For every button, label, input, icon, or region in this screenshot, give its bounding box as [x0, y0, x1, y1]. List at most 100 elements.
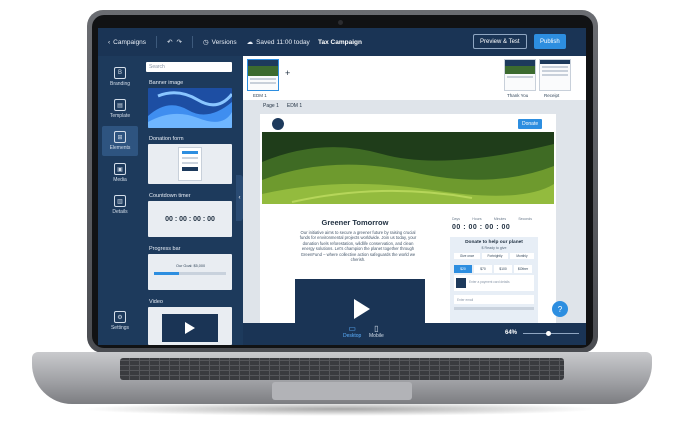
email-thumb-receipt[interactable] [539, 59, 571, 91]
component-label: Video [149, 299, 163, 305]
amount-option[interactable]: $20 [454, 265, 472, 273]
video-preview [162, 314, 218, 342]
frequency-option[interactable]: Fortnightly [482, 253, 508, 259]
form-line [454, 307, 534, 310]
collapse-panel-button[interactable]: ‹ [236, 175, 243, 221]
preview-test-button[interactable]: Preview & Test [473, 34, 527, 49]
timer-label-seconds: Seconds [518, 217, 532, 221]
tab-edm-1[interactable]: EDM 1 [287, 103, 302, 109]
top-bar: ‹ Campaigns ↶ ↷ ◷ Versions ☁ Saved 11:00… [98, 28, 586, 56]
rail-item-details[interactable]: ▥ Details [102, 190, 138, 220]
card-icon [456, 278, 466, 288]
progress-fill [154, 272, 180, 275]
progress-caption: Our Goal: $5,000 [176, 264, 206, 268]
play-icon [354, 299, 370, 319]
timer-labels: Days Hours Minutes Seconds [452, 217, 532, 221]
redo-icon: ↷ [176, 39, 182, 46]
branding-icon: B [114, 67, 126, 79]
media-icon: ▣ [114, 163, 126, 175]
form-preview-bar [182, 151, 198, 154]
email-thumb-label: EDM 1 [253, 93, 267, 98]
component-label: Banner image [149, 80, 184, 86]
undo-button[interactable]: ↶ [167, 38, 172, 46]
thumb-line [542, 66, 568, 68]
campaign-title: Tax Campaign [318, 38, 362, 46]
email-thumb-label: Receipt [544, 93, 560, 98]
wave-graphic [148, 91, 232, 128]
thumb-hero [248, 66, 278, 76]
amount-options: $20 $70 $100 $Other [454, 265, 532, 273]
progress-track [154, 272, 226, 275]
thumb-line [250, 78, 276, 80]
saved-status: ☁ Saved 11:00 today [246, 38, 310, 47]
rail-label: Settings [110, 325, 130, 331]
desktop-label: Desktop [343, 333, 362, 339]
amount-option[interactable]: $70 [474, 265, 492, 273]
redo-button[interactable]: ↷ [177, 38, 182, 46]
timer-label-minutes: Minutes [493, 217, 507, 221]
frequency-option[interactable]: Monthly [510, 253, 534, 259]
component-label: Progress bar [149, 246, 181, 252]
help-button[interactable]: ? [552, 301, 568, 317]
rail-item-branding[interactable]: B Branding [102, 62, 138, 92]
play-icon [185, 322, 195, 334]
search-input[interactable]: Search [146, 62, 232, 72]
page-tabs: Page 1 EDM 1 [263, 103, 302, 109]
back-to-campaigns-link[interactable]: ‹ Campaigns [108, 39, 146, 46]
bottom-bar: ▭ Desktop ▯ Mobile 64% [243, 323, 586, 345]
zoom-slider-handle[interactable] [546, 331, 552, 336]
rail-item-media[interactable]: ▣ Media [102, 158, 138, 188]
banner-image-component[interactable] [148, 88, 232, 128]
app-screen: ‹ Campaigns ↶ ↷ ◷ Versions ☁ Saved 11:00… [98, 28, 586, 345]
hills-graphic [262, 132, 554, 204]
rail-label: Details [112, 209, 128, 215]
device-desktop-button[interactable]: ▭ Desktop [343, 324, 361, 339]
left-rail: B Branding ▤ Template ⊞ Elements ▣ Media… [98, 56, 142, 345]
progress-bar-component[interactable]: Our Goal: $5,000 [148, 254, 232, 290]
mobile-icon: ▯ [374, 324, 379, 333]
publish-button[interactable]: Publish [534, 34, 566, 49]
amount-option[interactable]: $100 [494, 265, 512, 273]
device-mobile-button[interactable]: ▯ Mobile [369, 324, 384, 339]
editor-canvas: ˆ Page 1 EDM 1 Donate Greener Tomorrow O… [243, 100, 586, 323]
component-label: Countdown timer [149, 193, 191, 199]
mobile-label: Mobile [369, 333, 384, 339]
rail-item-settings[interactable]: ⚙ Settings [102, 306, 138, 336]
donation-form-component[interactable] [148, 144, 232, 184]
form-preview-button [182, 167, 198, 171]
form-preview-line [182, 162, 198, 164]
donate-button[interactable]: Donate [518, 119, 543, 129]
email-field[interactable]: Enter email [454, 295, 534, 304]
laptop-shadow [80, 402, 600, 416]
zoom-level: 64% [505, 330, 518, 336]
card-field[interactable]: Enter a payment card details [454, 275, 534, 291]
email-thumb-thank-you[interactable] [504, 59, 536, 91]
email-body: Our initiative aims to secure a greener … [299, 230, 417, 263]
details-icon: ▥ [114, 195, 126, 207]
tab-page-1[interactable]: Page 1 [263, 103, 279, 109]
video-component[interactable] [148, 307, 232, 345]
countdown-timer-component[interactable]: 00 : 00 : 00 : 00 [148, 201, 232, 237]
rail-item-template[interactable]: ▤ Template [102, 94, 138, 124]
amount-option[interactable]: $Other [514, 265, 532, 273]
rail-item-elements[interactable]: ⊞ Elements [102, 126, 138, 156]
template-icon: ▤ [114, 99, 126, 111]
versions-button[interactable]: ◷ Versions [202, 38, 237, 47]
email-thumb-edm1[interactable] [247, 59, 279, 91]
clock-icon: ◷ [202, 39, 209, 46]
divider [156, 36, 158, 48]
thumb-line [250, 82, 276, 84]
chevron-up-icon[interactable]: ˆ [407, 100, 409, 103]
video-block[interactable] [295, 279, 425, 323]
frequency-option[interactable]: Give once [454, 253, 480, 259]
back-label: Campaigns [113, 38, 147, 46]
add-email-icon[interactable]: + [285, 68, 290, 78]
form-preview-line [182, 157, 198, 159]
form-preview [178, 147, 202, 181]
cloud-icon: ☁ [246, 39, 254, 46]
rail-label: Branding [109, 81, 130, 87]
settings-icon: ⚙ [114, 311, 126, 323]
elements-icon: ⊞ [114, 131, 126, 143]
thumb-line [542, 70, 568, 72]
zoom-slider[interactable] [523, 331, 579, 336]
